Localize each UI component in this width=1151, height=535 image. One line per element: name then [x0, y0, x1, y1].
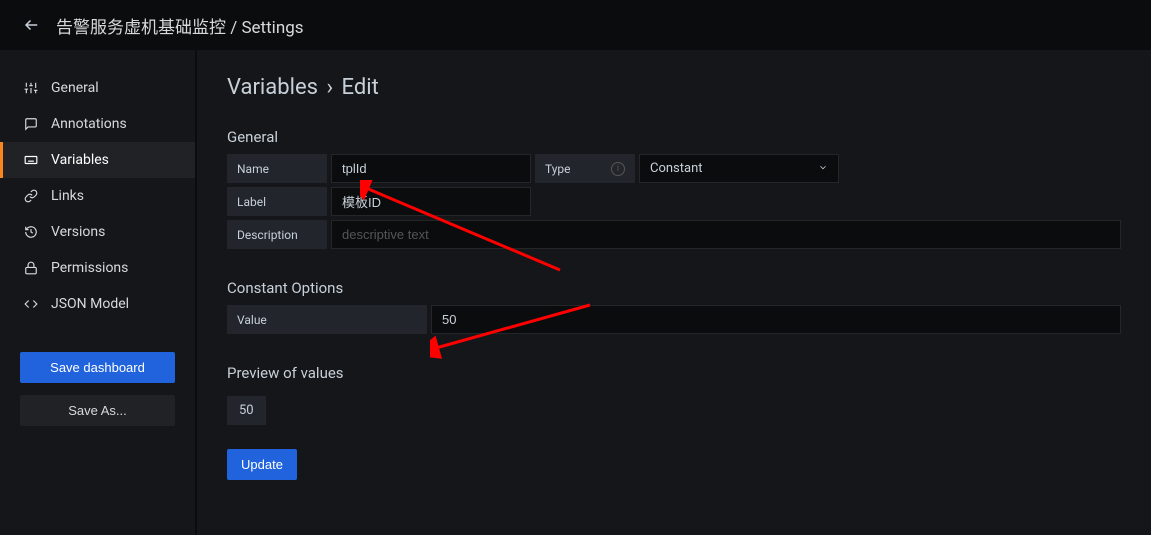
type-select[interactable]: Constant: [639, 154, 839, 183]
save-dashboard-button[interactable]: Save dashboard: [20, 352, 175, 383]
sidebar-item-variables[interactable]: Variables: [0, 142, 195, 178]
sidebar-item-label: Permissions: [51, 260, 128, 276]
preview-value-chip: 50: [227, 396, 266, 425]
info-circle-icon[interactable]: i: [611, 162, 625, 176]
type-select-value: Constant: [650, 161, 703, 176]
content-title-page: Edit: [342, 75, 379, 100]
annotation-arrow-2: [430, 300, 600, 360]
sidebar-item-label: Variables: [51, 152, 109, 168]
sidebar-item-links[interactable]: Links: [0, 178, 195, 214]
comment-icon: [23, 116, 39, 132]
sidebar-item-versions[interactable]: Versions: [0, 214, 195, 250]
chevron-right-icon: ›: [321, 75, 339, 100]
sliders-icon: [23, 80, 39, 96]
label-name: Name: [227, 154, 327, 183]
name-input[interactable]: [331, 154, 531, 183]
header: 告警服务虚机基础监控 / Settings: [0, 0, 1151, 50]
sidebar-item-label: Annotations: [51, 116, 127, 132]
sidebar: General Annotations Variables Links: [0, 50, 195, 535]
save-as-button[interactable]: Save As...: [20, 395, 175, 426]
label-label: Label: [227, 187, 327, 216]
content-title-section: Variables: [227, 75, 318, 100]
sidebar-item-general[interactable]: General: [0, 70, 195, 106]
sidebar-item-permissions[interactable]: Permissions: [0, 250, 195, 286]
header-breadcrumb[interactable]: 告警服务虚机基础监控 / Settings: [56, 13, 304, 38]
section-heading-preview: Preview of values: [227, 364, 1121, 382]
annotation-arrow-1: [360, 180, 570, 280]
content: Variables › Edit General Name Type i Con…: [197, 50, 1151, 535]
sidebar-item-annotations[interactable]: Annotations: [0, 106, 195, 142]
label-description: Description: [227, 220, 327, 249]
sidebar-item-label: General: [51, 80, 99, 96]
sidebar-item-label: JSON Model: [51, 296, 129, 312]
section-heading-general: General: [227, 128, 1121, 146]
keyboard-icon: [23, 152, 39, 168]
update-button[interactable]: Update: [227, 449, 297, 480]
sidebar-item-json-model[interactable]: JSON Model: [0, 286, 195, 322]
back-arrow-icon[interactable]: [20, 13, 44, 37]
sidebar-item-label: Versions: [51, 224, 105, 240]
content-title: Variables › Edit: [227, 75, 1121, 100]
chevron-down-icon: [818, 161, 828, 176]
section-heading-constant-options: Constant Options: [227, 279, 1121, 297]
sidebar-item-label: Links: [51, 188, 84, 204]
lock-icon: [23, 260, 39, 276]
history-icon: [23, 224, 39, 240]
link-icon: [23, 188, 39, 204]
label-type-text: Type: [545, 162, 571, 176]
label-value: Value: [227, 305, 427, 334]
code-icon: [23, 296, 39, 312]
label-type: Type i: [535, 154, 635, 183]
